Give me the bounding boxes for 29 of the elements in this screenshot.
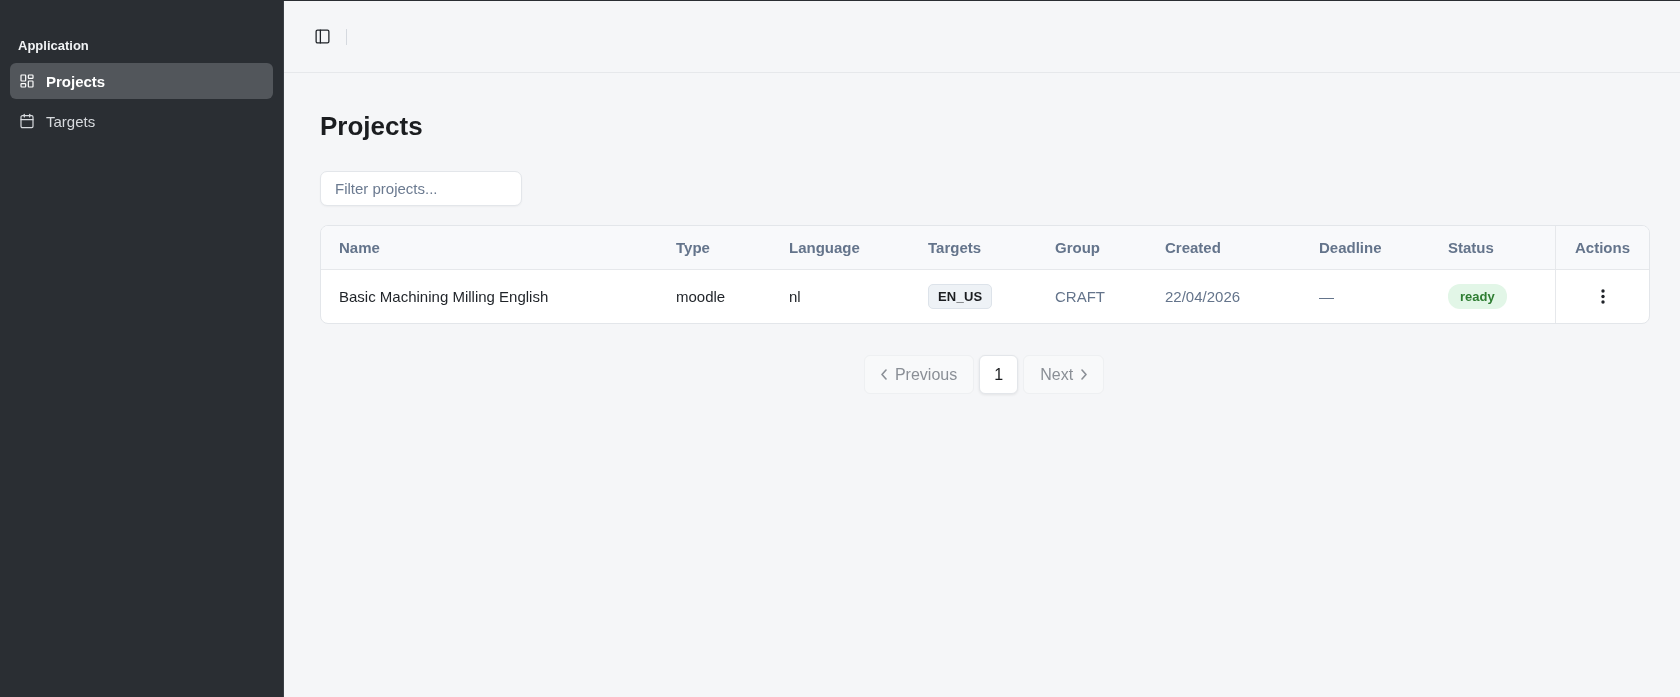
table-cell: — (1319, 288, 1334, 305)
sidebar-item[interactable]: Targets (10, 103, 273, 139)
table-cell: CRAFT (1055, 288, 1105, 305)
panel-icon (313, 28, 331, 45)
column-header: Deadline (1319, 239, 1382, 256)
column-header: Actions (1575, 239, 1630, 256)
column-header: Targets (928, 239, 982, 256)
table-cell: 22/04/2026 (1165, 288, 1241, 305)
kebab-icon (1600, 289, 1605, 305)
chevron-right-icon (1081, 369, 1088, 380)
sidebar-item[interactable]: Projects (10, 63, 273, 99)
table-cell: nl (789, 288, 801, 305)
column-header: Name (339, 239, 380, 256)
column-header: Status (1448, 239, 1494, 256)
sidebar-group-label: Application (17, 37, 90, 55)
column-header: Type (676, 239, 710, 256)
dashboard-icon (19, 73, 35, 89)
column-header: Group (1055, 239, 1100, 256)
page-button[interactable]: 1 (979, 355, 1019, 394)
calendar-icon (19, 113, 35, 129)
filter-field[interactable]: Filter projects... (320, 171, 522, 206)
page-title: Projects (320, 110, 423, 143)
chevron-left-icon (880, 369, 887, 380)
column-header: Language (789, 239, 860, 256)
status-badge: ready (1448, 284, 1507, 309)
target-tag: EN_US (928, 284, 993, 309)
table-cell: Basic Machining Milling English (339, 288, 549, 305)
column-header: Created (1165, 239, 1221, 256)
table-cell: moodle (676, 288, 726, 305)
